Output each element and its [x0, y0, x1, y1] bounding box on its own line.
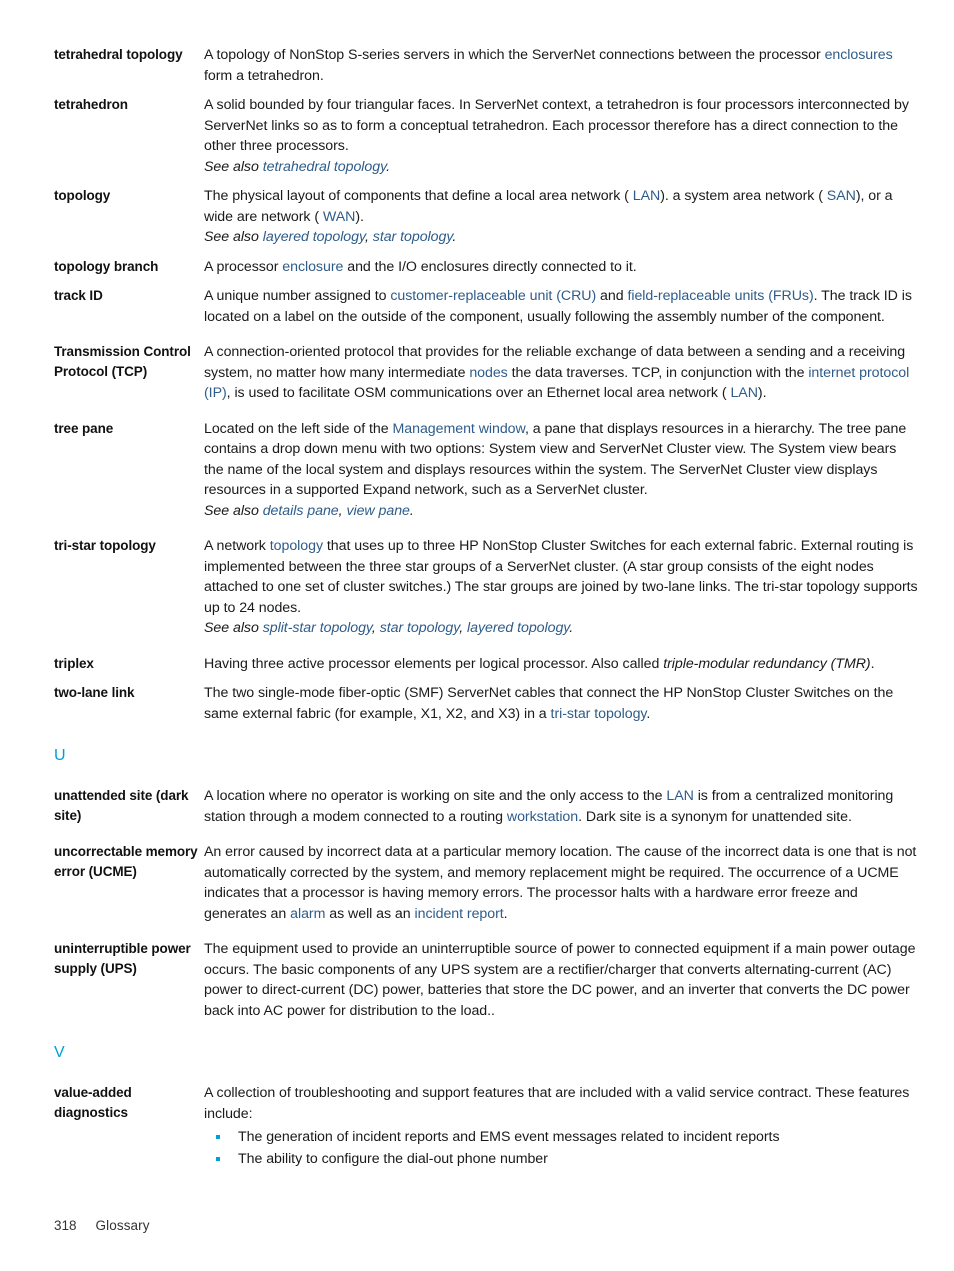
glossary-term: unattended site (dark site)	[54, 788, 189, 823]
cross-reference-link[interactable]: view pane	[346, 503, 409, 519]
cross-reference-link[interactable]: enclosures	[825, 47, 893, 63]
glossary-entry: topology branch A processor enclosure an…	[54, 257, 919, 278]
feature-bullet-list: The generation of incident reports and E…	[204, 1126, 919, 1170]
section-letter-v: V	[54, 1044, 65, 1061]
glossary-definition: The equipment used to provide an uninter…	[204, 939, 919, 1021]
glossary-definition: A collection of troubleshooting and supp…	[204, 1083, 919, 1170]
definition-text: An error caused by incorrect data at a p…	[204, 844, 917, 922]
glossary-definition: A unique number assigned to customer-rep…	[204, 286, 919, 327]
cross-reference-link[interactable]: field-replaceable units (FRUs)	[627, 288, 813, 304]
definition-text: Located on the left side of the Manageme…	[204, 420, 907, 499]
glossary-definition: A location where no operator is working …	[204, 786, 919, 827]
cross-reference-link[interactable]: customer-replaceable unit (CRU)	[390, 288, 596, 304]
definition-text: Having three active processor elements p…	[204, 655, 875, 672]
glossary-definition: A topology of NonStop S-series servers i…	[204, 45, 919, 86]
definition-text: A network topology that uses up to three…	[204, 538, 918, 616]
cross-reference-link[interactable]: layered topology	[263, 229, 365, 245]
definition-text: The physical layout of components that d…	[204, 188, 893, 225]
glossary-entry: uninterruptible power supply (UPS) The e…	[54, 939, 919, 1021]
definition-text: A connection-oriented protocol that prov…	[204, 344, 910, 402]
cross-reference-link[interactable]: split-star topology	[263, 620, 372, 636]
glossary-definition: The physical layout of components that d…	[204, 186, 919, 248]
cross-reference-link[interactable]: LAN	[633, 188, 661, 204]
glossary-entry-list: tetrahedral topology A topology of NonSt…	[54, 45, 919, 1170]
glossary-definition: A network topology that uses up to three…	[204, 536, 919, 639]
cross-reference-link[interactable]: workstation	[507, 809, 578, 825]
cross-reference-link[interactable]: incident report	[415, 906, 504, 922]
cross-reference-link[interactable]: WAN	[323, 209, 355, 225]
cross-reference-link[interactable]: LAN	[666, 788, 694, 804]
glossary-page: tetrahedral topology A topology of NonSt…	[0, 0, 954, 1271]
cross-reference-link[interactable]: enclosure	[282, 259, 343, 275]
glossary-term: topology branch	[54, 258, 159, 274]
emphasis-text: triple-modular redundancy (TMR)	[663, 655, 871, 672]
definition-text: The equipment used to provide an uninter…	[204, 941, 916, 1019]
glossary-definition: Having three active processor elements p…	[204, 654, 919, 675]
glossary-entry: Transmission Control Protocol (TCP) A co…	[54, 342, 919, 404]
glossary-definition: Located on the left side of the Manageme…	[204, 419, 919, 522]
cross-reference-link[interactable]: topology	[270, 538, 323, 554]
glossary-entry: two-lane link The two single-mode fiber-…	[54, 683, 919, 724]
cross-reference-link[interactable]: internet protocol (IP)	[204, 365, 909, 402]
cross-reference-link[interactable]: Management window	[393, 421, 525, 437]
page-number: 318	[54, 1218, 77, 1233]
glossary-term: triplex	[54, 655, 94, 671]
cross-reference-link[interactable]: LAN	[730, 385, 758, 401]
definition-text: A solid bounded by four triangular faces…	[204, 97, 909, 154]
glossary-term: tree pane	[54, 420, 114, 436]
list-item: The generation of incident reports and E…	[204, 1126, 919, 1148]
cross-reference-link[interactable]: SAN	[827, 188, 856, 204]
glossary-term: two-lane link	[54, 685, 135, 700]
glossary-term: tri-star topology	[54, 538, 156, 553]
cross-reference-link[interactable]: tri-star topology	[551, 706, 647, 722]
glossary-term: Transmission Control Protocol (TCP)	[54, 344, 191, 379]
definition-text: A collection of troubleshooting and supp…	[204, 1085, 910, 1122]
definition-text: The two single-mode fiber-optic (SMF) Se…	[204, 685, 894, 722]
glossary-term: tetrahedron	[54, 97, 128, 112]
cross-reference-link[interactable]: layered topology	[467, 620, 569, 636]
cross-reference-link[interactable]: star topology	[373, 229, 453, 245]
glossary-term: topology	[54, 188, 111, 203]
see-also-text: See also split-star topology, star topol…	[204, 620, 574, 636]
definition-text: A processor enclosure and the I/O enclos…	[204, 258, 637, 275]
glossary-definition: A connection-oriented protocol that prov…	[204, 342, 919, 404]
glossary-term: value-added diagnostics	[54, 1085, 132, 1120]
chapter-name: Glossary	[95, 1218, 150, 1233]
definition-text: A topology of NonStop S-series servers i…	[204, 47, 893, 84]
cross-reference-link[interactable]: tetrahedral topology	[263, 159, 386, 175]
glossary-entry: uncorrectable memory error (UCME) An err…	[54, 842, 919, 924]
glossary-entry: value-added diagnostics A collection of …	[54, 1083, 919, 1170]
glossary-entry: tetrahedron A solid bounded by four tria…	[54, 95, 919, 177]
glossary-entry: track ID A unique number assigned to cus…	[54, 286, 919, 327]
glossary-entry: triplex Having three active processor el…	[54, 654, 919, 675]
cross-reference-link[interactable]: star topology	[380, 620, 460, 636]
glossary-definition: A processor enclosure and the I/O enclos…	[204, 257, 919, 278]
cross-reference-link[interactable]: details pane	[263, 503, 339, 519]
definition-text: A unique number assigned to customer-rep…	[204, 288, 912, 325]
cross-reference-link[interactable]: nodes	[469, 365, 507, 381]
definition-text: A location where no operator is working …	[204, 788, 894, 825]
page-footer: 318 Glossary	[54, 1218, 150, 1233]
glossary-entry: unattended site (dark site) A location w…	[54, 786, 919, 827]
cross-reference-link[interactable]: alarm	[290, 906, 325, 922]
glossary-entry: topology The physical layout of componen…	[54, 186, 919, 248]
see-also-text: See also layered topology, star topology…	[204, 229, 457, 245]
glossary-term: tetrahedral topology	[54, 47, 183, 62]
glossary-term: track ID	[54, 288, 103, 303]
see-also-text: See also details pane, view pane.	[204, 502, 414, 519]
section-letter-u: U	[54, 747, 66, 764]
glossary-entry: tetrahedral topology A topology of NonSt…	[54, 45, 919, 86]
glossary-definition: An error caused by incorrect data at a p…	[204, 842, 919, 924]
glossary-definition: A solid bounded by four triangular faces…	[204, 95, 919, 177]
glossary-term: uninterruptible power supply (UPS)	[54, 941, 191, 976]
glossary-definition: The two single-mode fiber-optic (SMF) Se…	[204, 683, 919, 724]
see-also-text: See also tetrahedral topology.	[204, 158, 390, 175]
list-item: The ability to configure the dial-out ph…	[204, 1148, 919, 1170]
glossary-entry: tree pane Located on the left side of th…	[54, 419, 919, 522]
glossary-term: uncorrectable memory error (UCME)	[54, 844, 198, 879]
glossary-entry: tri-star topology A network topology tha…	[54, 536, 919, 639]
